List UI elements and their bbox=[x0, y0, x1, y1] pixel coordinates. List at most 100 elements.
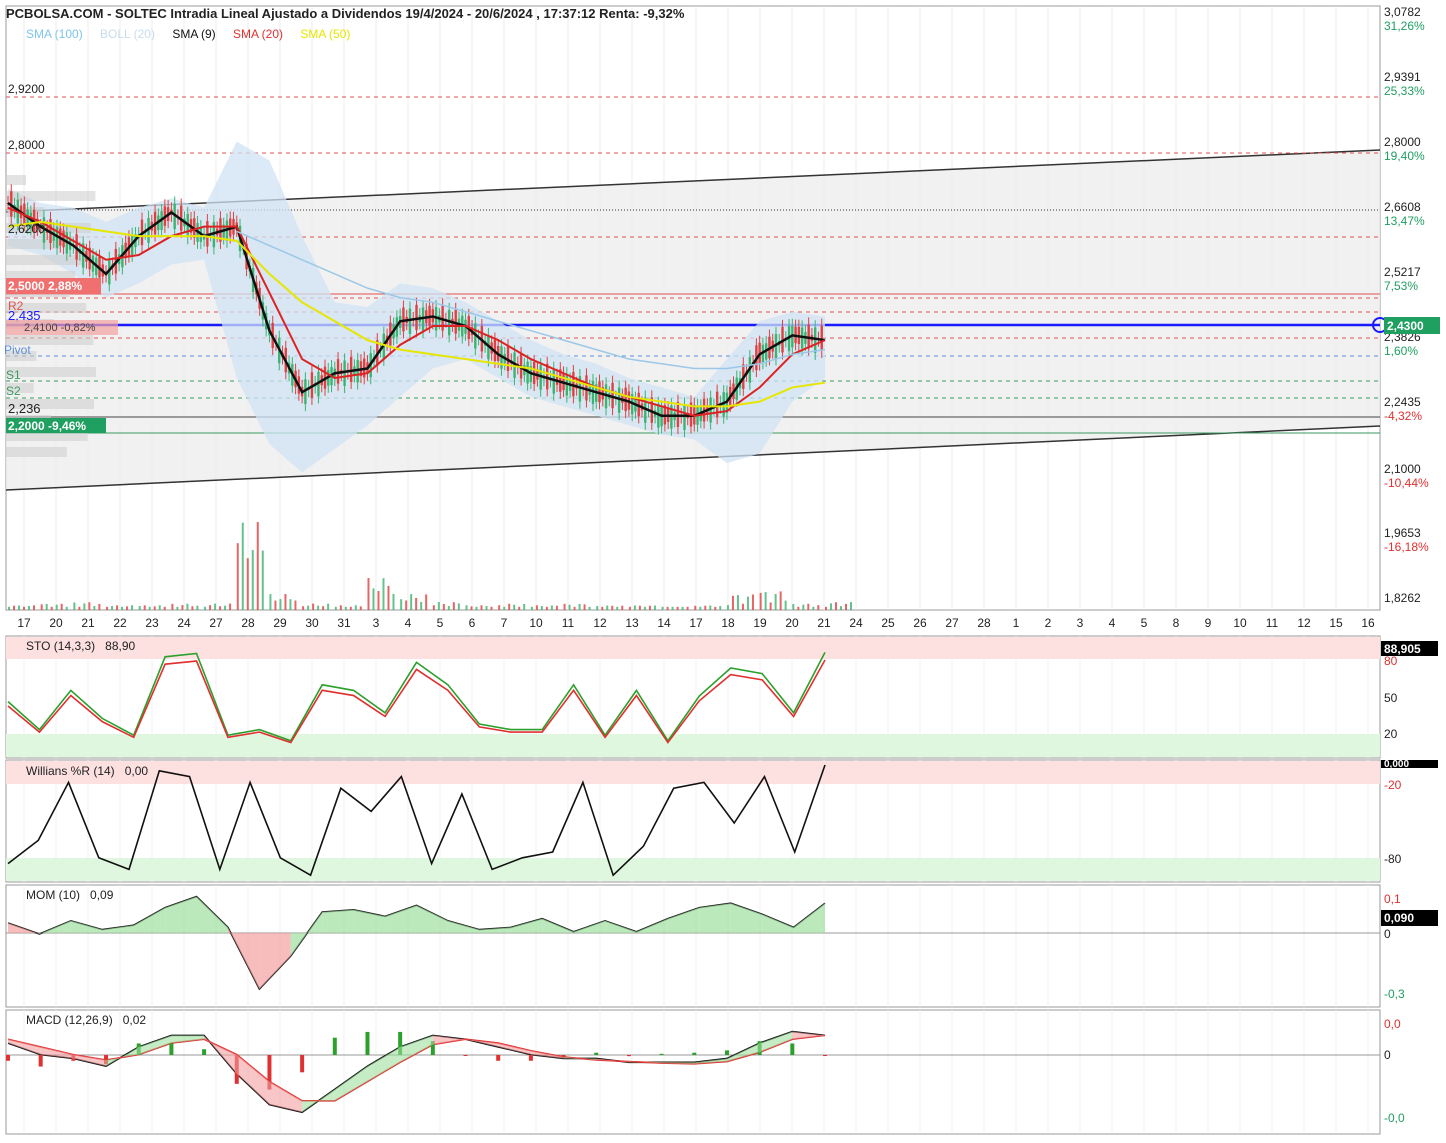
volume-bar bbox=[694, 605, 697, 610]
volume-bar bbox=[764, 592, 767, 610]
volume-bar bbox=[736, 595, 739, 610]
volume-bar bbox=[65, 606, 68, 610]
mom-tick-top: 0,1 bbox=[1384, 892, 1401, 906]
volume-bar bbox=[261, 550, 264, 610]
volume-bar bbox=[327, 603, 330, 610]
macd-tick-top: 0,0 bbox=[1384, 1017, 1401, 1031]
sto-tick-50: 50 bbox=[1384, 691, 1398, 705]
volume-bar bbox=[578, 603, 581, 610]
level-label-2800: 2,8000 bbox=[8, 138, 45, 152]
volume-bar bbox=[774, 593, 777, 610]
mom-tick-bottom: -0,3 bbox=[1384, 987, 1405, 1001]
volume-bar bbox=[588, 606, 591, 610]
volume-bar bbox=[138, 606, 141, 610]
pct-tick: -10,44% bbox=[1384, 476, 1429, 490]
volume-bar bbox=[334, 606, 337, 610]
volume-bar bbox=[661, 606, 664, 610]
price-tick: 3,0782 bbox=[1384, 5, 1421, 19]
legend-sma9[interactable]: SMA (9) bbox=[172, 27, 215, 41]
volume-bar bbox=[126, 606, 129, 610]
volume-bar bbox=[312, 603, 315, 610]
candle-body bbox=[408, 308, 412, 334]
volume-bar bbox=[498, 605, 501, 610]
chart-legend: SMA (100) BOLL (20) SMA (9) SMA (20) SMA… bbox=[26, 27, 364, 41]
x-tick-label: 12 bbox=[593, 616, 607, 630]
macd-hist-bar bbox=[659, 1053, 664, 1055]
macd-hist-bar bbox=[463, 1055, 468, 1056]
volume-bar bbox=[792, 604, 795, 610]
volume-bar bbox=[769, 602, 772, 610]
legend-boll[interactable]: BOLL (20) bbox=[100, 27, 155, 41]
volume-bar bbox=[349, 606, 352, 610]
price-tick: 2,9391 bbox=[1384, 70, 1421, 84]
legend-sma100[interactable]: SMA (100) bbox=[26, 27, 83, 41]
williams-overbought-zone bbox=[6, 761, 1380, 784]
volume-bar bbox=[176, 606, 179, 610]
pct-tick: -4,32% bbox=[1384, 409, 1422, 423]
volume-bar bbox=[583, 604, 586, 610]
volume-bar bbox=[8, 606, 10, 610]
legend-sma50[interactable]: SMA (50) bbox=[300, 27, 350, 41]
volume-bar bbox=[224, 605, 227, 610]
volume-bar bbox=[13, 605, 15, 610]
price-tick: 2,6608 bbox=[1384, 200, 1421, 214]
volume-bar bbox=[269, 594, 272, 610]
x-tick-label: 15 bbox=[1329, 616, 1343, 630]
volume-bar bbox=[563, 603, 566, 610]
volume-bar bbox=[294, 600, 297, 610]
volume-bar bbox=[741, 603, 744, 610]
macd-hist-bar bbox=[6, 1055, 10, 1061]
volume-bar bbox=[111, 606, 114, 610]
volume-bar bbox=[163, 606, 166, 610]
volume-bar bbox=[643, 606, 646, 610]
volume-bar bbox=[40, 604, 43, 610]
x-tick-label: 27 bbox=[945, 616, 959, 630]
volume-bar bbox=[437, 602, 440, 610]
volume-bar bbox=[779, 591, 782, 610]
volume-bar bbox=[759, 592, 762, 610]
volume-bar bbox=[518, 606, 521, 610]
x-tick-label: 21 bbox=[81, 616, 95, 630]
volume-bar bbox=[148, 606, 151, 610]
volume-bar bbox=[93, 606, 96, 610]
volume-bar bbox=[835, 602, 837, 610]
volume-bar bbox=[784, 600, 787, 610]
volume-bar bbox=[540, 606, 543, 610]
volume-bar bbox=[256, 522, 259, 610]
volume-bar bbox=[490, 606, 493, 610]
level-label-pivot: Pivot bbox=[4, 343, 31, 357]
sto-oversold-zone bbox=[6, 734, 1380, 757]
volume-bar bbox=[405, 600, 408, 610]
volume-bar bbox=[106, 606, 109, 610]
volume-bar bbox=[236, 543, 239, 610]
volume-bar bbox=[457, 603, 460, 610]
volume-bar bbox=[568, 604, 571, 610]
volume-bar bbox=[317, 605, 320, 610]
volume-bar bbox=[628, 606, 631, 610]
legend-sma20[interactable]: SMA (20) bbox=[233, 27, 283, 41]
volume-bar bbox=[181, 605, 184, 610]
mom-tick-zero: 0 bbox=[1384, 927, 1391, 941]
volume-bar bbox=[191, 606, 194, 610]
current-price-label: 2,4300 bbox=[1387, 319, 1424, 333]
volume-bar bbox=[116, 605, 119, 610]
x-tick-label: 11 bbox=[1266, 616, 1279, 630]
x-tick-label: 31 bbox=[337, 616, 351, 630]
x-tick-label: 2 bbox=[1045, 616, 1052, 630]
volume-bar bbox=[425, 594, 428, 610]
volume-bar bbox=[153, 606, 156, 610]
volume-profile-bar bbox=[6, 191, 96, 201]
volume-bar bbox=[442, 603, 445, 610]
volume-bar bbox=[611, 605, 614, 610]
volume-bar bbox=[535, 605, 538, 610]
volume-bar bbox=[470, 606, 473, 610]
x-tick-label: 4 bbox=[405, 616, 412, 630]
volume-bar bbox=[714, 606, 717, 610]
x-tick-label: 26 bbox=[913, 616, 927, 630]
volume-bar bbox=[817, 605, 820, 610]
volume-bar bbox=[508, 603, 511, 610]
volume-bar bbox=[339, 605, 342, 610]
williams-label: Willians %R (14) 0,00 bbox=[26, 764, 149, 778]
volume-bar bbox=[616, 606, 619, 610]
volume-bar bbox=[830, 603, 832, 610]
